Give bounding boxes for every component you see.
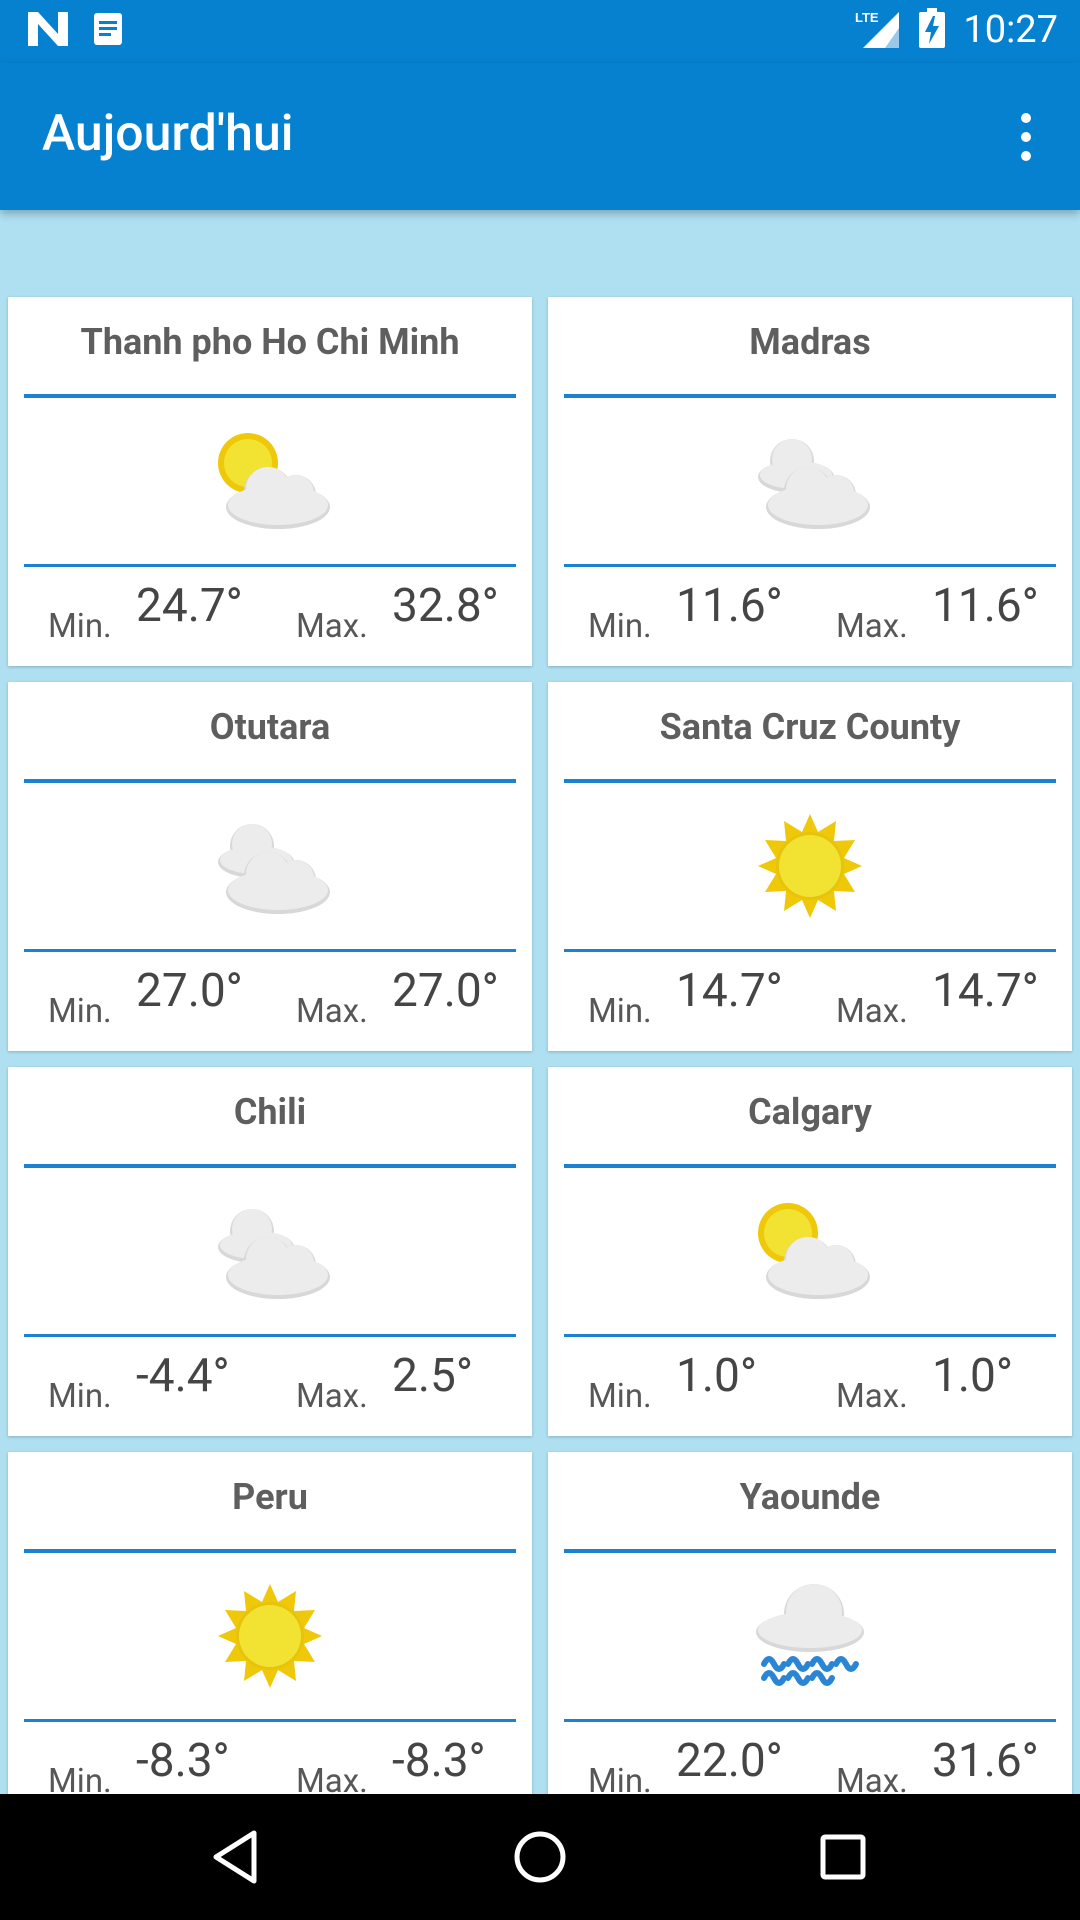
status-clock: 10:27 <box>963 8 1058 52</box>
city-name: Peru <box>232 1476 308 1518</box>
divider <box>24 1334 516 1337</box>
temperature-row: Min. 27.0° Max. 27.0° <box>40 964 510 1031</box>
min-temperature: 1.0° <box>676 1349 758 1403</box>
sunny-icon <box>750 810 870 920</box>
temperature-row: Min. -4.4° Max. 2.5° <box>40 1349 510 1416</box>
divider <box>24 1719 516 1722</box>
divider <box>24 949 516 952</box>
min-temperature: 14.7° <box>676 964 783 1018</box>
partly-cloudy-icon <box>210 425 330 535</box>
city-name: Chili <box>233 1091 307 1133</box>
divider <box>24 1164 516 1168</box>
min-label: Min. <box>48 992 112 1031</box>
max-label: Max. <box>296 992 368 1031</box>
divider <box>24 1549 516 1553</box>
divider <box>564 949 1056 952</box>
temperature-row: Min. 24.7° Max. 32.8° <box>40 579 510 646</box>
navigation-bar <box>0 1794 1080 1920</box>
max-temperature: 14.7° <box>932 964 1039 1018</box>
divider <box>24 564 516 567</box>
city-card[interactable]: Santa Cruz County Min. 14.7° Max. 14.7° <box>548 682 1072 1051</box>
overflow-menu-icon[interactable] <box>1006 113 1046 161</box>
min-temperature: -8.3° <box>136 1734 230 1788</box>
city-card[interactable]: Otutara Min. 27.0° Max. 27.0° <box>8 682 532 1051</box>
city-card[interactable]: Yaounde Min. 22.0° Max. 31.6° <box>548 1452 1072 1794</box>
city-card[interactable]: Thanh pho Ho Chi Minh Min. 24.7° Max. 32… <box>8 297 532 666</box>
cloudy-icon <box>210 810 330 920</box>
home-icon[interactable] <box>505 1822 575 1892</box>
temperature-row: Min. 14.7° Max. 14.7° <box>580 964 1050 1031</box>
temperature-row: Min. -8.3° Max. -8.3° <box>40 1734 510 1794</box>
city-name: Otutara <box>209 706 331 748</box>
max-temperature: -8.3° <box>392 1734 486 1788</box>
rain-icon <box>750 1580 870 1690</box>
city-name: Santa Cruz County <box>659 706 961 748</box>
min-label: Min. <box>588 1377 652 1416</box>
notification-icons <box>28 12 122 50</box>
max-temperature: 31.6° <box>932 1734 1039 1788</box>
network-type-label: LTE <box>855 10 879 25</box>
partly-cloudy-icon <box>750 1195 870 1305</box>
min-temperature: 22.0° <box>676 1734 783 1788</box>
city-name: Thanh pho Ho Chi Minh <box>80 321 460 363</box>
max-temperature: 27.0° <box>392 964 499 1018</box>
min-temperature: 27.0° <box>136 964 243 1018</box>
city-name: Calgary <box>748 1091 872 1133</box>
city-name: Yaounde <box>739 1476 881 1518</box>
min-label: Min. <box>48 607 112 646</box>
max-label: Max. <box>296 607 368 646</box>
max-temperature: 32.8° <box>392 579 499 633</box>
divider <box>564 394 1056 398</box>
temperature-row: Min. 11.6° Max. 11.6° <box>580 579 1050 646</box>
sunny-icon <box>210 1580 330 1690</box>
city-weather-grid: Thanh pho Ho Chi Minh Min. 24.7° Max. 32… <box>0 210 1080 1794</box>
page-title: Aujourd'hui <box>42 105 294 163</box>
divider <box>564 1164 1056 1168</box>
max-label: Max. <box>836 1762 908 1794</box>
city-card[interactable]: Peru Min. -8.3° Max. -8.3° <box>8 1452 532 1794</box>
min-label: Min. <box>48 1762 112 1794</box>
app-bar: Aujourd'hui <box>0 63 1080 210</box>
max-label: Max. <box>836 992 908 1031</box>
city-card[interactable]: Chili Min. -4.4° Max. 2.5° <box>8 1067 532 1436</box>
document-notification-icon <box>94 13 122 49</box>
divider <box>24 394 516 398</box>
city-card[interactable]: Calgary Min. 1.0° Max. 1.0° <box>548 1067 1072 1436</box>
min-label: Min. <box>588 992 652 1031</box>
back-icon[interactable] <box>200 1822 270 1892</box>
max-temperature: 11.6° <box>932 579 1039 633</box>
temperature-row: Min. 1.0° Max. 1.0° <box>580 1349 1050 1416</box>
city-card[interactable]: Madras Min. 11.6° Max. 11.6° <box>548 297 1072 666</box>
divider <box>564 779 1056 783</box>
max-label: Max. <box>296 1377 368 1416</box>
divider <box>564 1719 1056 1722</box>
city-name: Madras <box>749 321 871 363</box>
min-label: Min. <box>48 1377 112 1416</box>
min-label: Min. <box>588 607 652 646</box>
max-temperature: 1.0° <box>932 1349 1014 1403</box>
cloudy-icon <box>210 1195 330 1305</box>
system-indicators: LTE 10:27 <box>855 8 1058 52</box>
lte-signal-icon: LTE <box>855 8 901 52</box>
divider <box>24 779 516 783</box>
max-label: Max. <box>296 1762 368 1794</box>
status-bar: LTE 10:27 <box>0 0 1080 63</box>
divider <box>564 1334 1056 1337</box>
battery-charging-icon <box>919 8 946 52</box>
max-temperature: 2.5° <box>392 1349 474 1403</box>
min-temperature: -4.4° <box>136 1349 230 1403</box>
recents-icon[interactable] <box>808 1822 878 1892</box>
min-temperature: 24.7° <box>136 579 243 633</box>
divider <box>564 1549 1056 1553</box>
n-notification-icon <box>28 12 68 50</box>
min-label: Min. <box>588 1762 652 1794</box>
cloudy-icon <box>750 425 870 535</box>
max-label: Max. <box>836 1377 908 1416</box>
max-label: Max. <box>836 607 908 646</box>
temperature-row: Min. 22.0° Max. 31.6° <box>580 1734 1050 1794</box>
divider <box>564 564 1056 567</box>
min-temperature: 11.6° <box>676 579 783 633</box>
